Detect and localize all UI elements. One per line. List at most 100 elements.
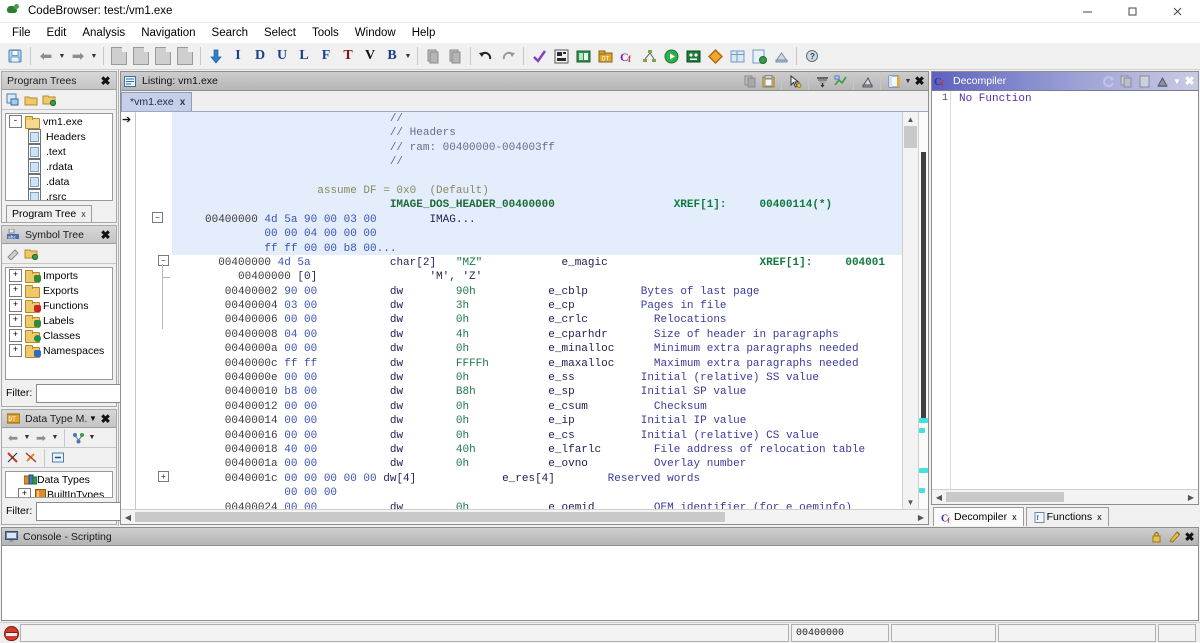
listing-line[interactable]: 00 00 04 00 00 00 — [172, 227, 902, 241]
tab-decompiler[interactable]: Cf Decompiler x — [933, 507, 1024, 526]
hscroll-thumb[interactable] — [946, 492, 1064, 502]
scroll-up-icon[interactable]: ▲ — [903, 112, 918, 126]
menu-tools[interactable]: Tools — [304, 25, 347, 41]
close-icon[interactable]: ✖ — [913, 75, 926, 88]
chevron-down-icon[interactable]: ▼ — [87, 412, 99, 425]
tree-node-rsrc[interactable]: .rsrc — [6, 189, 112, 201]
menu-analysis[interactable]: Analysis — [74, 25, 133, 41]
snapshot-icon[interactable] — [1135, 73, 1153, 90]
script-manager-icon[interactable] — [550, 45, 572, 67]
tab-program-tree[interactable]: Program Tree x — [6, 205, 92, 222]
listing-line[interactable]: 00400018 40 00 dw 40h e_lfarlc File addr… — [172, 443, 902, 457]
symbol-node-classes[interactable]: + Classes — [6, 328, 112, 343]
collapse-data-icon[interactable]: − — [152, 212, 163, 223]
menu-edit[interactable]: Edit — [39, 25, 75, 41]
close-icon[interactable]: x — [180, 97, 186, 108]
back-dropdown-icon[interactable]: ▼ — [57, 46, 67, 66]
undo-icon[interactable] — [475, 45, 497, 67]
listing-line[interactable]: assume DF = 0x0 (Default) — [172, 184, 902, 198]
status-helmet-icon[interactable] — [2, 625, 20, 641]
c-parser-icon[interactable]: Cf — [616, 45, 638, 67]
forward-icon[interactable]: ➡ — [67, 45, 89, 67]
expander-icon[interactable]: + — [9, 329, 22, 342]
snapshot-icon[interactable] — [813, 73, 831, 90]
export-icon[interactable] — [1153, 73, 1171, 90]
edit-fields-icon[interactable] — [885, 73, 903, 90]
diff-navigate-icon[interactable] — [831, 73, 849, 90]
paste-tree-icon[interactable] — [40, 91, 58, 108]
diamond-icon[interactable] — [704, 45, 726, 67]
listing-line[interactable]: 0040001c 00 00 00 00 00 dw[4] e_res[4] R… — [172, 472, 902, 486]
expander-icon[interactable]: + — [9, 314, 22, 327]
function-icon[interactable]: F — [315, 45, 337, 67]
check-icon[interactable] — [528, 45, 550, 67]
nav-marker[interactable] — [919, 428, 925, 433]
filter-arrays-icon[interactable] — [22, 449, 40, 466]
navigation-marker-strip[interactable] — [918, 112, 928, 509]
memory-map-icon[interactable] — [572, 45, 594, 67]
forward-icon[interactable]: ➡ — [32, 429, 50, 446]
program-tree[interactable]: - vm1.exe Headers .text .rdata — [5, 113, 113, 201]
vscroll-track[interactable] — [903, 126, 918, 495]
nav-marker[interactable] — [919, 468, 928, 473]
tree-node-data[interactable]: .data — [6, 174, 112, 189]
listing-line[interactable] — [172, 170, 902, 184]
listing-line[interactable]: 00400010 b8 00 dw B8h e_sp Initial SP va… — [172, 385, 902, 399]
expander-icon[interactable]: + — [18, 488, 31, 498]
scroll-left-icon[interactable]: ◀ — [121, 510, 135, 524]
close-icon[interactable]: ✖ — [1183, 75, 1196, 88]
edit-fields-dropdown-icon[interactable]: ▼ — [903, 71, 913, 91]
paste-symbol-icon[interactable] — [22, 245, 40, 262]
expander-icon[interactable]: - — [9, 115, 22, 128]
scroll-right-icon[interactable]: ▶ — [914, 510, 928, 524]
listing-line[interactable]: 00400024 00 00 dw 0h e_oemid OEM identif… — [172, 501, 902, 509]
symbol-node-exports[interactable]: + Exports — [6, 283, 112, 298]
decompiler-hscrollbar[interactable]: ◀ ▶ — [932, 489, 1198, 504]
hscroll-track[interactable] — [946, 491, 1184, 503]
forward-dropdown-icon[interactable]: ▼ — [89, 46, 99, 66]
listing-line[interactable]: 0040001a 00 00 dw 0h e_ovno Overlay numb… — [172, 457, 902, 471]
symbol-node-namespaces[interactable]: + Namespaces — [6, 343, 112, 358]
listing-line[interactable]: 00400008 04 00 dw 4h e_cparhdr Size of h… — [172, 328, 902, 342]
menu-window[interactable]: Window — [347, 25, 404, 41]
new-window-icon[interactable] — [130, 45, 152, 67]
debugger-icon[interactable] — [682, 45, 704, 67]
tab-functions[interactable]: f Functions x — [1026, 507, 1109, 526]
symbol-tree[interactable]: + Imports + Exports + Functions — [5, 267, 113, 380]
menu-select[interactable]: Select — [256, 25, 304, 41]
terminator-icon[interactable]: T — [337, 45, 359, 67]
data-type-tree[interactable]: Data Types + BuiltInTypes + vm1.exe — [5, 471, 113, 498]
open-folder-icon[interactable] — [22, 91, 40, 108]
expander-icon[interactable]: + — [9, 344, 22, 357]
down-arrow-icon[interactable] — [205, 45, 227, 67]
close-icon[interactable]: ✖ — [99, 228, 112, 241]
close-icon[interactable]: x — [1012, 512, 1017, 522]
label-icon[interactable]: L — [293, 45, 315, 67]
collapse-all-icon[interactable] — [49, 449, 67, 466]
listing-line[interactable]: 00400000 [0] 'M', 'Z' — [172, 270, 902, 284]
menu-help[interactable]: Help — [404, 25, 444, 41]
nav-marker[interactable] — [919, 488, 925, 493]
data-icon[interactable]: D — [249, 45, 271, 67]
tree-node-headers[interactable]: Headers — [6, 129, 112, 144]
menu-search[interactable]: Search — [204, 25, 256, 41]
copy-icon[interactable] — [1117, 73, 1135, 90]
filter-pointers-icon[interactable] — [4, 449, 22, 466]
tab-vm1exe[interactable]: *vm1.exe x — [121, 92, 192, 111]
bytes-icon[interactable]: B — [381, 45, 403, 67]
listing-line[interactable]: IMAGE_DOS_HEADER_00400000 XREF[1]: 00400… — [172, 198, 902, 212]
export-icon[interactable] — [748, 45, 770, 67]
scroll-down-icon[interactable]: ▼ — [903, 495, 918, 509]
hscroll-thumb[interactable] — [135, 512, 725, 522]
expand-res-icon[interactable]: + — [158, 471, 169, 482]
listing-line[interactable]: 00 00 00 — [172, 486, 902, 500]
listing-line[interactable]: // Headers — [172, 126, 902, 140]
select-cursor-icon[interactable] — [786, 73, 804, 90]
refresh-icon[interactable] — [1099, 73, 1117, 90]
listing-hscrollbar[interactable]: ◀ ▶ — [121, 509, 928, 524]
back-dropdown-icon[interactable]: ▼ — [22, 428, 32, 448]
listing-line[interactable]: 00400014 00 00 dw 0h e_ip Initial IP val… — [172, 414, 902, 428]
expander-icon[interactable]: + — [9, 284, 22, 297]
edit-icon[interactable] — [1165, 528, 1183, 545]
diff-next-icon[interactable] — [444, 45, 466, 67]
